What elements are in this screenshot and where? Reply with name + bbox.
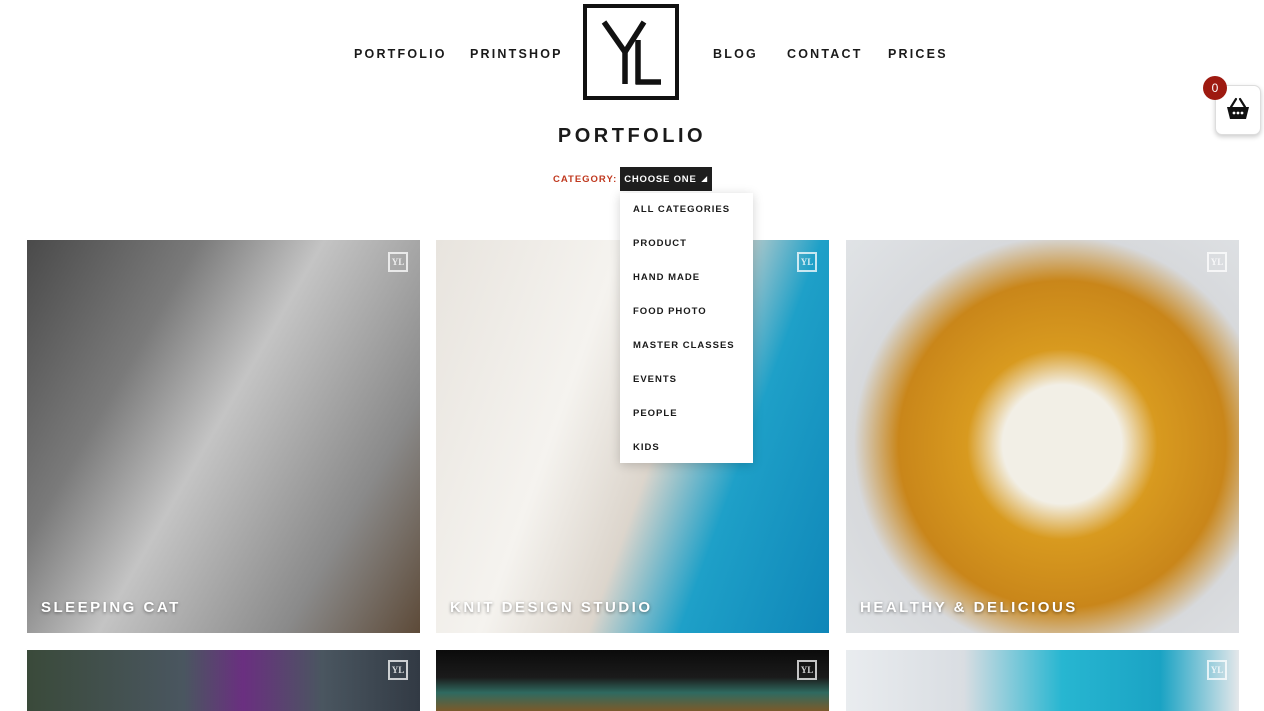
- page-title: PORTFOLIO: [557, 125, 707, 147]
- cart-count-badge: 0: [1203, 76, 1227, 100]
- portfolio-tile[interactable]: YL: [436, 650, 829, 711]
- portfolio-tile-title: HEALTHY & DELICIOUS: [860, 599, 1078, 616]
- nav-portfolio[interactable]: PORTFOLIO: [354, 47, 447, 61]
- category-dropdown-menu: ALL CATEGORIES PRODUCT HAND MADE FOOD PH…: [620, 193, 753, 463]
- dropdown-option-kids[interactable]: KIDS: [633, 442, 660, 453]
- dropdown-option-master-classes[interactable]: MASTER CLASSES: [633, 340, 735, 351]
- watermark-logo-icon: YL: [797, 252, 817, 272]
- nav-contact[interactable]: CONTACT: [787, 47, 863, 61]
- dropdown-option-people[interactable]: PEOPLE: [633, 408, 678, 419]
- watermark-logo-icon: YL: [1207, 660, 1227, 680]
- dropdown-option-hand-made[interactable]: HAND MADE: [633, 272, 700, 283]
- category-label: CATEGORY:: [553, 174, 618, 185]
- portfolio-tile-title: SLEEPING CAT: [41, 599, 181, 616]
- main-navigation: PORTFOLIO PRINTSHOP BLOG CONTACT PRICES: [0, 0, 1264, 110]
- nav-prices[interactable]: PRICES: [888, 47, 948, 61]
- dropdown-option-food-photo[interactable]: FOOD PHOTO: [633, 306, 707, 317]
- portfolio-tile[interactable]: YL: [846, 650, 1239, 711]
- dropdown-arrow-icon: ◢: [701, 176, 708, 183]
- portfolio-tile-title: KNIT DESIGN STUDIO: [450, 599, 653, 616]
- nav-blog[interactable]: BLOG: [713, 47, 758, 61]
- dropdown-option-product[interactable]: PRODUCT: [633, 238, 687, 249]
- portfolio-tile[interactable]: YL: [27, 650, 420, 711]
- site-logo[interactable]: [583, 4, 679, 100]
- dropdown-option-events[interactable]: EVENTS: [633, 374, 677, 385]
- nav-printshop[interactable]: PRINTSHOP: [470, 47, 563, 61]
- category-select-value: CHOOSE ONE: [624, 173, 697, 185]
- portfolio-tile[interactable]: YL SLEEPING CAT: [27, 240, 420, 633]
- yl-monogram-icon: [601, 20, 661, 85]
- watermark-logo-icon: YL: [388, 660, 408, 680]
- watermark-logo-icon: YL: [388, 252, 408, 272]
- dropdown-option-all-categories[interactable]: ALL CATEGORIES: [633, 204, 730, 215]
- portfolio-tile[interactable]: YL HEALTHY & DELICIOUS: [846, 240, 1239, 633]
- watermark-logo-icon: YL: [797, 660, 817, 680]
- category-select[interactable]: CHOOSE ONE ◢: [620, 167, 712, 191]
- watermark-logo-icon: YL: [1207, 252, 1227, 272]
